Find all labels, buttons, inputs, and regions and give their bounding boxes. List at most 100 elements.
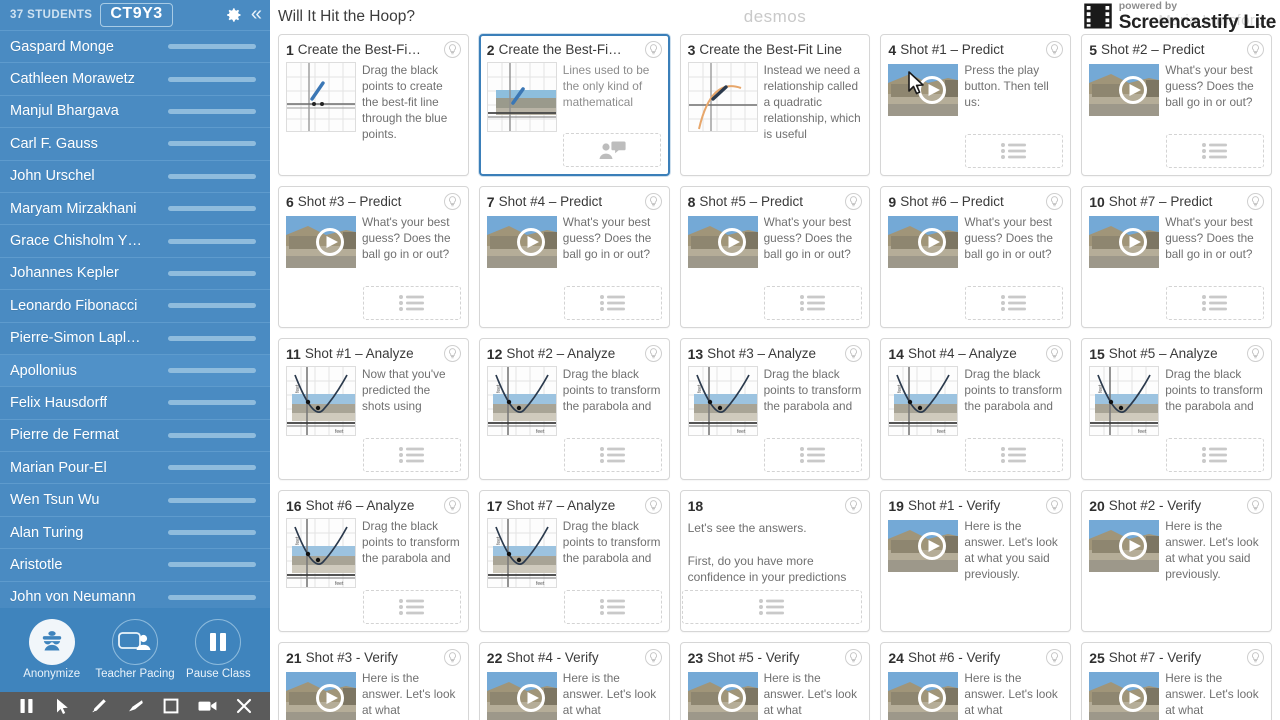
lightbulb-icon[interactable] — [1247, 41, 1264, 58]
graph-thumbnail[interactable]: feet feet — [286, 366, 356, 436]
screen-card[interactable]: 11 Shot #1 – Analyze feet feet Now that you'… — [278, 338, 469, 480]
lightbulb-icon[interactable] — [443, 497, 461, 514]
screen-card[interactable]: 8 Shot #5 – Predict What's your best guess… — [679, 186, 871, 328]
lightbulb-icon[interactable] — [1046, 649, 1064, 666]
video-thumbnail[interactable] — [1089, 672, 1160, 720]
screen-card[interactable]: 10 Shot #7 – Predict What's your best gues… — [1081, 186, 1272, 328]
screen-card[interactable]: 25 Shot #7 - Verify Here is the answer. Le… — [1081, 642, 1272, 720]
spy-incognito-icon[interactable] — [28, 618, 75, 665]
lightbulb-icon[interactable] — [443, 345, 461, 362]
video-thumbnail[interactable] — [1089, 520, 1160, 572]
graph-thumbnail[interactable] — [486, 62, 557, 132]
lightbulb-icon[interactable] — [1247, 497, 1264, 514]
screen-card[interactable]: 23 Shot #5 - Verify Here is the answer. Le… — [679, 642, 871, 720]
student-response-placeholder[interactable] — [563, 286, 662, 320]
graph-thumbnail[interactable]: feet feet — [486, 366, 557, 436]
screen-card[interactable]: 6 Shot #3 – Predict What's your best guess… — [278, 186, 469, 328]
lightbulb-icon[interactable] — [845, 649, 863, 666]
video-thumbnail[interactable] — [888, 672, 959, 720]
lightbulb-icon[interactable] — [644, 497, 662, 514]
student-row[interactable]: Maryam Mirzakhani — [0, 191, 270, 224]
student-response-placeholder[interactable] — [965, 134, 1064, 168]
double-chevron-left-icon[interactable]: « — [251, 4, 262, 26]
student-response-placeholder[interactable] — [362, 286, 461, 320]
pencil-icon[interactable] — [87, 696, 111, 716]
video-thumbnail[interactable] — [687, 672, 758, 720]
lightbulb-icon[interactable] — [1247, 649, 1264, 666]
student-row[interactable]: John Urschel — [0, 159, 270, 192]
screen-card[interactable]: 4 Shot #1 – Predict Press the play button.… — [880, 34, 1072, 176]
lightbulb-icon[interactable] — [845, 345, 863, 362]
screen-card[interactable]: 1 Create the Best-Fi… Drag the black point… — [278, 34, 469, 176]
screen-card[interactable]: 20 Shot #2 - Verify Here is the answer. Le… — [1081, 490, 1272, 632]
lightbulb-icon[interactable] — [1247, 345, 1264, 362]
lightbulb-icon[interactable] — [845, 193, 863, 210]
student-response-placeholder[interactable] — [682, 590, 863, 624]
lightbulb-icon[interactable] — [1247, 193, 1264, 210]
screen-card[interactable]: 15 Shot #5 – Analyze feet feet Drag the blac… — [1081, 338, 1272, 480]
graph-thumbnail[interactable]: feet feet — [1089, 366, 1160, 436]
square-icon[interactable] — [159, 696, 183, 716]
student-row[interactable]: Manjul Bhargava — [0, 94, 270, 127]
student-response-placeholder[interactable] — [1166, 286, 1264, 320]
lightbulb-icon[interactable] — [644, 345, 662, 362]
student-response-placeholder[interactable] — [764, 286, 863, 320]
class-code-badge[interactable]: CT9Y3 — [100, 3, 173, 27]
screen-card[interactable]: 21 Shot #3 - Verify Here is the answer. Le… — [278, 642, 469, 720]
screen-share-icon[interactable] — [111, 618, 158, 665]
lightbulb-icon[interactable] — [1046, 41, 1064, 58]
student-row[interactable]: Wen Tsun Wu — [0, 483, 270, 515]
class-action-pause-class[interactable]: Pause Class — [178, 618, 258, 680]
video-thumbnail[interactable] — [286, 216, 356, 268]
student-row[interactable]: Carl F. Gauss — [0, 127, 270, 159]
student-row[interactable]: Grace Chisholm Y… — [0, 224, 270, 256]
graph-thumbnail[interactable]: feet feet — [486, 518, 557, 588]
graph-thumbnail[interactable]: feet feet — [687, 366, 758, 436]
student-row[interactable]: Pierre de Fermat — [0, 418, 270, 451]
student-response-placeholder[interactable] — [1166, 134, 1264, 168]
screen-card[interactable]: 5 Shot #2 – Predict What's your best guess… — [1081, 34, 1272, 176]
screen-card[interactable]: 3 Create the Best-Fit Line Instead we need… — [679, 34, 871, 176]
video-thumbnail[interactable] — [1089, 64, 1160, 116]
graph-thumbnail[interactable]: feet feet — [888, 366, 959, 436]
lightbulb-icon[interactable] — [443, 41, 461, 58]
student-response-placeholder[interactable] — [965, 438, 1064, 472]
screen-card[interactable]: 17 Shot #7 – Analyze feet feet Drag the blac… — [478, 490, 670, 632]
video-thumbnail[interactable] — [888, 64, 959, 116]
screen-card[interactable]: 16 Shot #6 – Analyze feet feet Drag the blac… — [278, 490, 469, 632]
gear-icon[interactable] — [223, 5, 243, 25]
student-row[interactable]: Apollonius — [0, 353, 270, 387]
student-row[interactable]: Pierre-Simon Lapl… — [0, 321, 270, 354]
screen-card[interactable]: 24 Shot #6 - Verify Here is the answer. Le… — [880, 642, 1072, 720]
student-row[interactable]: Alan Turing — [0, 515, 270, 548]
video-thumbnail[interactable] — [888, 216, 959, 268]
graph-thumbnail[interactable]: feet feet — [286, 518, 356, 588]
screen-card[interactable]: 22 Shot #4 - Verify Here is the answer. Le… — [478, 642, 670, 720]
student-row[interactable]: Cathleen Morawetz — [0, 62, 270, 94]
student-row[interactable]: Aristotle — [0, 548, 270, 580]
student-row[interactable]: Felix Hausdorff — [0, 386, 270, 418]
student-response-placeholder[interactable] — [563, 438, 662, 472]
screen-card[interactable]: 12 Shot #2 – Analyze feet feet Drag the blac… — [478, 338, 670, 480]
lightbulb-icon[interactable] — [443, 193, 461, 210]
student-row[interactable]: Johannes Kepler — [0, 256, 270, 289]
student-row[interactable]: Marian Pour-El — [0, 451, 270, 483]
video-thumbnail[interactable] — [486, 672, 557, 720]
video-thumbnail[interactable] — [1089, 216, 1160, 268]
video-thumbnail[interactable] — [486, 216, 557, 268]
student-response-placeholder[interactable] — [764, 438, 863, 472]
screen-card[interactable]: 18 Let's see the answers. First, do you h… — [679, 490, 871, 632]
student-response-placeholder[interactable] — [1166, 438, 1264, 472]
student-row[interactable]: Leonardo Fibonacci — [0, 289, 270, 321]
lightbulb-icon[interactable] — [443, 649, 461, 666]
screen-card[interactable]: 19 Shot #1 - Verify Here is the answer. Le… — [880, 490, 1072, 632]
student-response-placeholder[interactable] — [562, 133, 661, 167]
class-action-teacher-pacing[interactable]: Teacher Pacing — [95, 618, 175, 680]
student-response-placeholder[interactable] — [563, 590, 662, 624]
highlighter-icon[interactable] — [123, 696, 147, 716]
close-x-icon[interactable] — [232, 696, 256, 716]
lightbulb-icon[interactable] — [845, 497, 863, 514]
screen-card[interactable]: 9 Shot #6 – Predict What's your best guess… — [880, 186, 1072, 328]
video-camera-icon[interactable] — [196, 696, 220, 716]
student-response-placeholder[interactable] — [362, 438, 461, 472]
